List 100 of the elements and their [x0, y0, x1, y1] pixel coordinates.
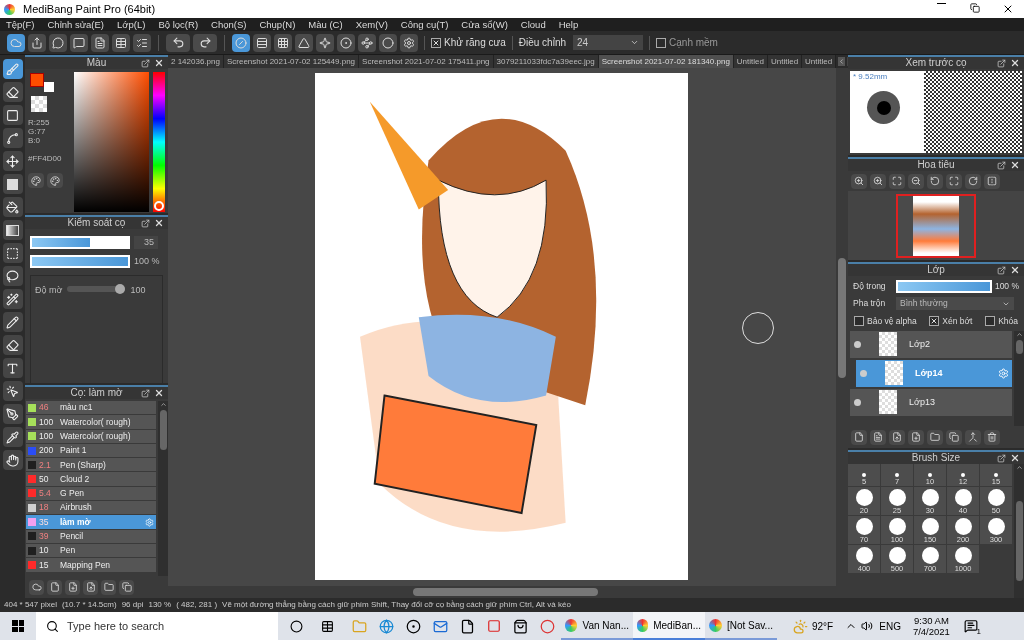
brush-size: 35	[39, 517, 50, 527]
menu-item[interactable]: Lớp(L)	[117, 19, 146, 30]
document-tab[interactable]: 2 142036.png	[168, 55, 224, 68]
layer-row[interactable]: Lớp2	[850, 330, 1012, 358]
document-tab[interactable]: Screenshot 2021-07-02 125449.png	[223, 55, 360, 68]
panel-title: Cọ: làm mờ	[70, 388, 123, 398]
correction-dropdown[interactable]: 24	[573, 35, 644, 50]
menu-item[interactable]: Tệp(F)	[6, 19, 35, 30]
layer-option-label: Bảo vệ alpha	[867, 315, 917, 328]
brush-size: 2.1	[39, 460, 52, 470]
layer-opacity-value: 100 %	[994, 280, 1019, 293]
menu-item[interactable]: Công cụ(T)	[400, 19, 449, 30]
panel-title: Brush Size	[911, 453, 961, 463]
brush-list-item[interactable]: 100 Watercolor( rough)	[26, 415, 156, 429]
document-tab[interactable]: Untitled	[767, 55, 803, 68]
soft-edge-label: Cạnh mềm	[669, 36, 718, 50]
clock[interactable]: 9:30 AM 7/4/2021	[912, 615, 950, 637]
brush-list-item[interactable]: 200 Paint 1	[26, 443, 156, 458]
brush-name: Paint 1	[60, 446, 87, 455]
menu-item[interactable]: Màu (C)	[308, 19, 343, 30]
brush-size: 46	[39, 403, 50, 412]
brush-list-item[interactable]: 2.1 Pen (Sharp)	[26, 458, 156, 472]
menu-item[interactable]: Chọn(S)	[211, 19, 247, 30]
brush-name: Watercolor( rough)	[60, 432, 131, 441]
layer-name: Lớp13	[909, 395, 935, 409]
panel-title: Màu	[86, 58, 107, 68]
r-channel-value: R:255	[28, 118, 51, 127]
brush-list-item[interactable]: 46 màu nc1	[26, 401, 156, 415]
brush-list-item[interactable]: 10 Pen	[26, 543, 156, 558]
blend-mode-dropdown[interactable]: Bình thường	[896, 297, 1014, 310]
menu-item[interactable]: Cloud	[520, 19, 546, 30]
brush-list-item[interactable]: 18 Airbrush	[26, 501, 156, 515]
cursor-position: ( 482, 281 )	[176, 599, 218, 611]
brush-size: 5.4	[39, 489, 52, 498]
brush-size: 10	[39, 546, 50, 555]
b-channel-value: B:0	[28, 136, 41, 145]
brush-name: Watercolor( rough)	[60, 417, 131, 427]
brush-opacity-value: 100 %	[134, 255, 160, 268]
brush-size: 18	[39, 503, 50, 512]
menu-item[interactable]: Xem(V)	[355, 19, 388, 30]
antialias-label: Khử răng cưa	[444, 36, 506, 50]
image-size: 404 * 547 pixel	[4, 599, 57, 611]
brush-name: Pen	[60, 546, 76, 555]
language-indicator[interactable]: ENG	[879, 618, 901, 634]
panel-title: Kiểm soát cọ	[67, 218, 126, 228]
document-tab[interactable]: Screenshot 2021-07-02 175411.png	[359, 55, 494, 68]
blur-label: Độ mờ	[35, 283, 63, 297]
layer-name: Lớp14	[915, 366, 943, 380]
brush-list-item[interactable]: 5.4 G Pen	[26, 486, 156, 501]
brush-size: 100	[39, 417, 55, 427]
g-channel-value: G:77	[28, 127, 47, 136]
correction-label: Điều chỉnh	[518, 36, 567, 50]
document-tab[interactable]: Untitled	[802, 55, 837, 68]
panel-title: Xem trước cọ	[905, 58, 967, 68]
brush-name: Cloud 2	[60, 474, 90, 484]
window-title: MediBang Paint Pro (64bit)	[23, 1, 156, 17]
brush-name: Pen (Sharp)	[60, 460, 106, 470]
taskbar-app[interactable]: MediBan...	[633, 612, 705, 640]
brush-name: Mapping Pen	[60, 560, 111, 570]
blend-mode-label: Pha trộn	[853, 297, 887, 310]
brush-list-item[interactable]: 15 Mapping Pen	[26, 558, 156, 572]
hint-text: Vẽ một đường thẳng bằng cách giữ phím Shift, Thay đổi cỡ cọ bằng cách giữ phím Ctrl, Alt và kéo	[222, 599, 571, 611]
panel-title: Hoa tiêu	[917, 160, 955, 170]
layer-row[interactable]: Lớp13	[850, 388, 1012, 416]
menu-item[interactable]: Chụp(N)	[259, 19, 296, 30]
layer-option-label: Khóa	[998, 315, 1018, 328]
document-tab[interactable]: 3079211033fdc7a39eec.jpg	[493, 55, 599, 68]
blur-value: 100	[130, 283, 146, 297]
brush-name: G Pen	[60, 489, 85, 498]
brush-name: làm mờ	[60, 517, 91, 527]
hex-value: #FF4D00	[28, 153, 63, 165]
taskbar-search-field[interactable]: Type here to search	[36, 612, 278, 640]
zoom-level: 130 %	[148, 599, 172, 611]
menu-item[interactable]: Chỉnh sửa(E)	[47, 19, 105, 30]
taskbar-app[interactable]: [Not Sav...	[705, 612, 777, 640]
brush-name: màu nc1	[60, 403, 93, 412]
brush-list-item[interactable]: 100 Watercolor( rough)	[26, 429, 156, 443]
resolution: 96 dpi	[121, 599, 144, 611]
brush-list-item[interactable]: 39 Pencil	[26, 529, 156, 543]
layer-name: Lớp2	[909, 337, 930, 351]
notification-count: 1	[976, 628, 981, 636]
brush-size: 200	[39, 446, 55, 455]
brush-size: 39	[39, 532, 50, 541]
layer-option-label: Xén bớt	[942, 315, 973, 328]
physical-size: (10.7 * 14.5cm)	[61, 599, 117, 611]
weather-temperature[interactable]: 92°F	[812, 618, 834, 634]
menu-item[interactable]: Help	[558, 19, 579, 30]
layer-opacity-label: Độ trong	[853, 280, 887, 293]
document-tab[interactable]: Untitled	[733, 55, 768, 68]
brush-size-reading: * 9.52mm	[852, 71, 889, 83]
brush-size: 100	[39, 432, 55, 441]
brush-list-item[interactable]: 50 Cloud 2	[26, 472, 156, 486]
brush-name: Pencil	[60, 532, 84, 541]
brush-size: 15	[39, 560, 50, 570]
menu-item[interactable]: Bộ lọc(R)	[158, 19, 199, 30]
document-tab[interactable]: Screenshot 2021-07-02 181340.png	[598, 55, 734, 68]
brush-name: Airbrush	[60, 503, 92, 512]
menu-item[interactable]: Cửa sổ(W)	[461, 19, 508, 30]
brush-size-value[interactable]: 35	[134, 236, 158, 249]
panel-title: Lớp	[927, 265, 945, 275]
